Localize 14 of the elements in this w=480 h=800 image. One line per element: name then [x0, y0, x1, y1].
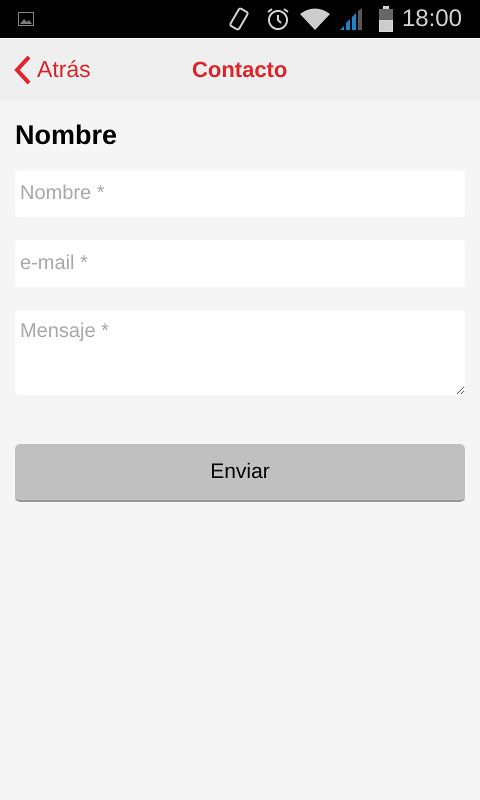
battery-icon — [378, 6, 394, 32]
section-heading: Nombre — [15, 119, 118, 152]
signal-icon — [340, 8, 364, 30]
alarm-icon — [266, 7, 290, 31]
input-field[interactable]: e-mail * — [15, 240, 465, 286]
send-button[interactable]: Enviar — [15, 444, 465, 502]
clock: 18:00 — [402, 4, 462, 34]
image-icon — [18, 12, 34, 26]
chevron-left-icon — [13, 54, 33, 84]
message-field[interactable]: Mensaje * — [15, 310, 465, 394]
back-button[interactable]: Atrás — [0, 52, 91, 87]
wifi-icon — [300, 8, 330, 30]
input-field[interactable]: Nombre * — [15, 170, 465, 216]
screen-title: Contacto — [192, 56, 288, 84]
